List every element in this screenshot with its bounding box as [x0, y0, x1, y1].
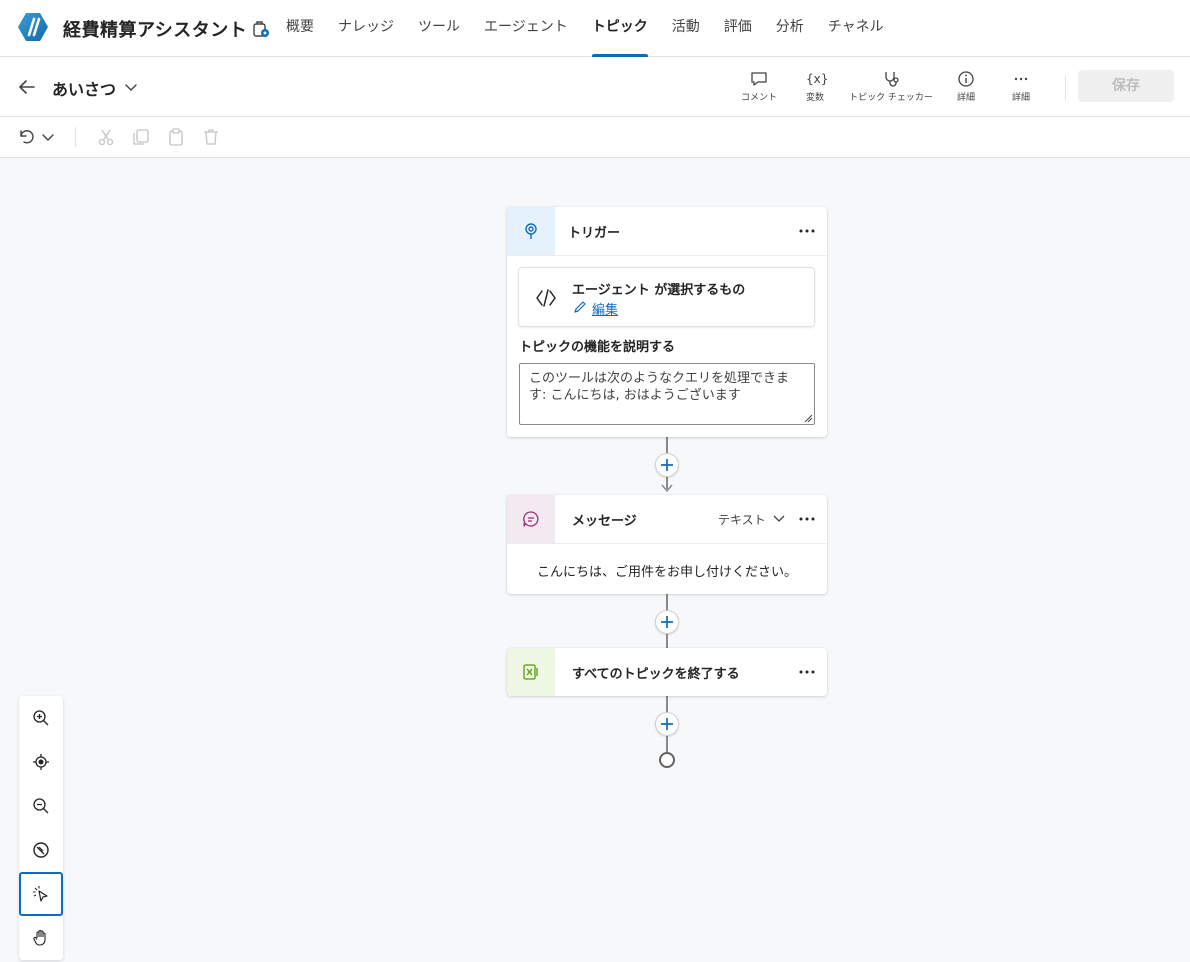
- cut-icon[interactable]: [96, 127, 116, 147]
- more-horizontal-icon: [1014, 77, 1028, 81]
- chevron-down-icon[interactable]: [124, 80, 138, 94]
- details-label: 詳細: [956, 93, 975, 103]
- flow-end-marker: [659, 752, 675, 768]
- back-arrow-icon[interactable]: [16, 76, 38, 98]
- topic-name[interactable]: あいさつ: [52, 76, 116, 100]
- more-horizontal-icon[interactable]: [797, 221, 817, 241]
- hand-icon: [33, 929, 46, 946]
- stethoscope-icon: [885, 72, 899, 87]
- app-header: 経費精算アシスタント 概要 ナレッジ ツール エージェント トピック 活動 評価…: [0, 0, 1190, 57]
- message-text[interactable]: こんにちは、ご用件をお申し付けください。: [507, 561, 827, 580]
- main-nav: 概要 ナレッジ ツール エージェント トピック 活動 評価 分析 チャネル: [286, 0, 908, 57]
- pan-mode-button[interactable]: [19, 916, 63, 960]
- nav-tab-knowledge[interactable]: ナレッジ: [338, 0, 394, 57]
- undo-icon[interactable]: [16, 127, 36, 147]
- pencil-icon: [574, 301, 586, 313]
- zoom-out-icon: [33, 798, 49, 814]
- end-title: すべてのトピックを終了する: [572, 667, 740, 682]
- variables-icon: {x}: [806, 72, 829, 86]
- nav-tab-activity[interactable]: 活動: [672, 0, 700, 57]
- select-mode-button[interactable]: [19, 872, 63, 916]
- nav-tab-topics[interactable]: トピック: [591, 0, 648, 57]
- code-brackets-icon: [536, 289, 556, 307]
- app-title: 経費精算アシスタント: [63, 20, 248, 41]
- zoom-in-button[interactable]: [19, 696, 63, 740]
- message-title: メッセージ: [572, 514, 637, 529]
- topic-checker-label: トピック チェッカー: [849, 93, 933, 103]
- zoom-in-icon: [33, 710, 49, 726]
- target-icon: [33, 754, 49, 770]
- edit-link[interactable]: 編集: [592, 299, 618, 318]
- toolbar-divider: [1065, 75, 1066, 101]
- edit-toolbar: [0, 117, 1190, 158]
- nav-tab-evaluation[interactable]: 評価: [724, 0, 752, 57]
- plus-icon: [661, 718, 673, 730]
- trigger-icon: [525, 223, 537, 239]
- nav-tab-overview[interactable]: 概要: [286, 0, 314, 57]
- agent-logo-icon: [18, 13, 48, 41]
- nav-tab-agents[interactable]: エージェント: [484, 0, 568, 57]
- add-node-button[interactable]: [655, 453, 679, 477]
- divider: [507, 255, 827, 256]
- topic-checker-button[interactable]: トピック チェッカー: [843, 70, 939, 103]
- end-icon-box: [507, 648, 555, 696]
- trigger-node[interactable]: トリガー エージェント が選択するもの 編集 トピックの機能を説明する このツー…: [507, 207, 827, 437]
- comment-button[interactable]: コメント: [737, 70, 781, 103]
- message-icon-box: [507, 495, 555, 543]
- comment-icon: [751, 72, 767, 86]
- trigger-icon-box: [507, 207, 555, 255]
- pointer-icon: [33, 886, 48, 902]
- agent-settings-icon[interactable]: [251, 19, 271, 39]
- more-horizontal-icon[interactable]: [797, 509, 817, 529]
- end-all-topics-node[interactable]: すべてのトピックを終了する: [507, 648, 827, 696]
- nav-tab-tools[interactable]: ツール: [418, 0, 460, 57]
- end-topics-icon: [523, 664, 538, 680]
- nav-tab-analytics[interactable]: 分析: [776, 0, 804, 57]
- info-icon: [958, 71, 974, 87]
- canvas-controls: [19, 696, 63, 960]
- resize-handle-icon[interactable]: [803, 413, 813, 423]
- plus-icon: [661, 616, 673, 628]
- message-type-dropdown[interactable]: テキスト: [718, 511, 766, 528]
- prohibited-icon: [33, 842, 49, 858]
- trigger-type-title: エージェント が選択するもの: [572, 283, 746, 298]
- recenter-button[interactable]: [19, 740, 63, 784]
- chevron-down-icon[interactable]: [40, 127, 56, 147]
- toolbar-divider: [75, 127, 76, 147]
- add-node-button[interactable]: [655, 712, 679, 736]
- delete-icon[interactable]: [201, 127, 221, 147]
- nav-tab-channels[interactable]: チャネル: [828, 0, 884, 57]
- comment-label: コメント: [740, 93, 777, 103]
- message-node[interactable]: メッセージ テキスト こんにちは、ご用件をお申し付けください。: [507, 495, 827, 594]
- variables-button[interactable]: {x} 変数: [800, 70, 830, 103]
- more-label: 詳細: [1011, 93, 1030, 103]
- topic-header: あいさつ コメント {x} 変数 トピック チェッカー 詳細 詳細 保存: [0, 57, 1190, 117]
- more-options-button[interactable]: 詳細: [1006, 70, 1036, 103]
- variables-label: 変数: [805, 93, 824, 103]
- zoom-out-button[interactable]: [19, 784, 63, 828]
- add-node-button[interactable]: [655, 610, 679, 634]
- description-textarea[interactable]: このツールは次のようなクエリを処理できます: こんにちは, おはようございます: [519, 363, 815, 425]
- trigger-title: トリガー: [568, 226, 621, 241]
- divider: [507, 543, 827, 544]
- copy-icon[interactable]: [131, 127, 151, 147]
- chevron-down-icon[interactable]: [772, 513, 786, 525]
- trigger-type-card[interactable]: エージェント が選択するもの 編集: [518, 267, 815, 327]
- chat-bubble-icon: [523, 511, 539, 527]
- more-horizontal-icon[interactable]: [797, 662, 817, 682]
- plus-icon: [661, 459, 673, 471]
- arrow-down-icon: [661, 484, 673, 493]
- details-button[interactable]: 詳細: [951, 70, 981, 103]
- paste-icon[interactable]: [166, 127, 186, 147]
- save-button[interactable]: 保存: [1078, 70, 1174, 102]
- minimap-toggle-button[interactable]: [19, 828, 63, 872]
- describe-label: トピックの機能を説明する: [519, 340, 676, 355]
